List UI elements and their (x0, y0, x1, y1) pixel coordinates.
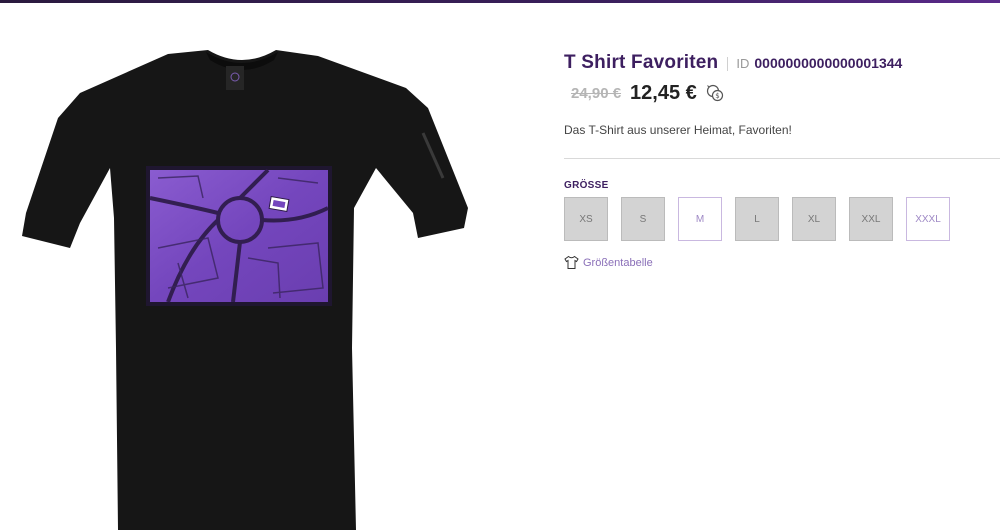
product-description: Das T-Shirt aus unserer Heimat, Favorite… (564, 123, 792, 137)
price-row: 24,90 € 12,45 € $ (564, 79, 1000, 107)
size-selector: XS S M L XL XXL XXXL (564, 197, 1000, 241)
size-button-l[interactable]: L (735, 197, 779, 241)
shirt-icon (564, 255, 579, 269)
size-button-xxxl[interactable]: XXXL (906, 197, 950, 241)
size-button-xs[interactable]: XS (564, 197, 608, 241)
title-separator (727, 57, 729, 71)
size-chart-link[interactable]: Größentabelle (564, 255, 1000, 270)
size-button-label: XXXL (915, 213, 941, 225)
size-button-s[interactable]: S (621, 197, 665, 241)
product-details: T Shirt Favoriten ID 0000000000000001344… (564, 52, 1000, 270)
size-button-label: M (695, 213, 705, 225)
currency-exchange-icon[interactable]: $ (706, 84, 724, 102)
size-button-m[interactable]: M (678, 197, 722, 241)
top-bar (0, 0, 1000, 3)
product-image[interactable] (18, 48, 470, 530)
size-button-xl[interactable]: XL (792, 197, 836, 241)
size-button-label: XS (579, 213, 593, 225)
current-price: 12,45 € (630, 81, 697, 104)
product-title: T Shirt Favoriten (564, 52, 719, 73)
size-button-label: XL (807, 213, 821, 225)
product-id-label: ID (736, 56, 750, 71)
size-label: GRÖSSE (564, 180, 609, 191)
title-row: T Shirt Favoriten ID 0000000000000001344 (564, 52, 1000, 76)
svg-text:$: $ (715, 92, 719, 100)
size-button-label: S (639, 213, 647, 225)
size-chart-label: Größentabelle (583, 256, 653, 269)
size-button-xxl[interactable]: XXL (849, 197, 893, 241)
product-id-value: 0000000000000001344 (754, 55, 903, 71)
tshirt-image (22, 50, 468, 530)
size-button-label: XXL (861, 213, 881, 225)
old-price: 24,90 € (571, 84, 622, 102)
size-button-label: L (754, 213, 760, 225)
divider (564, 158, 1000, 159)
